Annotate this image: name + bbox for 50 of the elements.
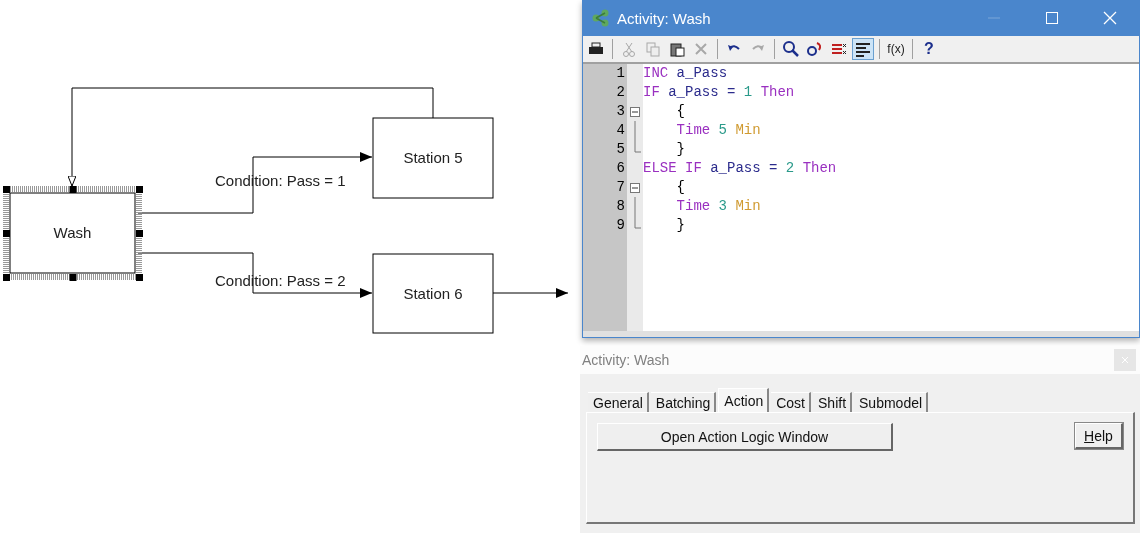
line-number: 4	[615, 121, 626, 140]
activity-node[interactable]	[372, 253, 494, 334]
tab[interactable]: Shift	[813, 392, 853, 412]
close-icon[interactable]	[1103, 11, 1117, 25]
tab[interactable]: Submodel	[854, 392, 929, 412]
fold-line	[634, 197, 636, 216]
line-number: 6	[615, 159, 626, 178]
tab[interactable]: Action	[718, 388, 770, 412]
code-line: INC a_Pass	[643, 64, 729, 83]
collapse-icon[interactable]	[630, 107, 640, 117]
line-number: 3	[615, 102, 626, 121]
activity-node[interactable]	[9, 192, 136, 274]
line-number: 8	[615, 197, 626, 216]
line-number: 9	[615, 216, 626, 235]
open-window-button[interactable]: Open Action Logic Window	[597, 423, 893, 451]
toolbar-button[interactable]: f(x)	[885, 38, 907, 60]
help-button[interactable]: Help	[1075, 423, 1123, 449]
tab[interactable]: General	[588, 392, 649, 412]
code-line: {	[675, 178, 686, 197]
code-line: ELSE IF a_Pass = 2 Then	[643, 159, 837, 178]
code-line: {	[675, 102, 686, 121]
window-title: Activity: Wash	[617, 9, 712, 27]
code-line: Time 5 Min	[675, 121, 762, 140]
connector-arrow[interactable]	[137, 152, 373, 214]
toolbar-button[interactable]: ?	[918, 38, 940, 60]
tab[interactable]: Batching	[650, 392, 717, 412]
code-line: }	[675, 140, 686, 159]
line-number: 7	[615, 178, 626, 197]
fold-end-line	[634, 140, 641, 153]
node-label: Station 6	[403, 284, 463, 302]
maximize-icon[interactable]	[1046, 12, 1058, 24]
fold-end-line	[634, 216, 641, 229]
selection-handles[interactable]	[3, 186, 143, 281]
code-line: IF a_Pass = 1 Then	[643, 83, 796, 102]
node-label: Wash	[53, 224, 92, 241]
collapse-icon[interactable]	[630, 183, 640, 193]
output-arrow[interactable]	[492, 288, 569, 298]
line-number: 5	[615, 140, 626, 159]
connector-arrow[interactable]	[137, 252, 373, 298]
line-number: 1	[615, 64, 626, 83]
format-icon[interactable]	[852, 38, 874, 60]
code-line: }	[675, 216, 686, 235]
activity-node[interactable]	[372, 117, 494, 199]
app-icon	[591, 9, 611, 27]
dialog-title: Activity: Wash	[582, 352, 671, 368]
node-label: Station 5	[403, 149, 463, 166]
code-line: Time 3 Min	[675, 197, 762, 216]
line-number: 2	[615, 83, 626, 102]
tab[interactable]: Cost	[771, 392, 811, 412]
fold-line	[634, 121, 636, 140]
